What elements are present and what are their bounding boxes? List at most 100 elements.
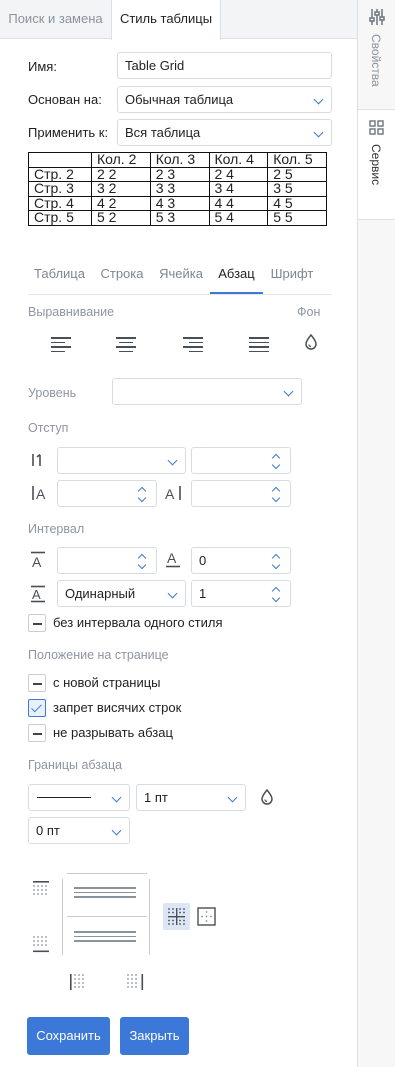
line-spacing-spinner[interactable]: 1 xyxy=(191,580,291,607)
spinner-arrows-icon[interactable] xyxy=(271,451,281,471)
based-on-value: Обычная таблица xyxy=(125,92,234,107)
spacing-after-spinner[interactable]: 0 xyxy=(191,547,291,574)
preview-left-line xyxy=(62,879,63,955)
svg-text:A: A xyxy=(32,554,42,568)
table-cell: Кол. 4 xyxy=(208,152,269,168)
svg-text:A: A xyxy=(32,587,41,602)
right-indent-spinner[interactable] xyxy=(191,480,291,507)
subtab-paragraph[interactable]: Абзац xyxy=(210,258,263,294)
border-left-icon[interactable] xyxy=(69,973,87,991)
name-label: Имя: xyxy=(28,59,57,74)
spacing-after-icon: A xyxy=(166,551,180,568)
border-color-icon[interactable] xyxy=(260,789,274,805)
apply-to-value: Вся таблица xyxy=(125,125,201,140)
border-preview-frame xyxy=(62,873,152,959)
tab-table-style[interactable]: Стиль таблицы xyxy=(111,0,221,40)
chevron-down-icon xyxy=(313,127,324,138)
widow-control-checkbox[interactable] xyxy=(28,699,46,717)
align-left-icon[interactable] xyxy=(51,337,71,355)
line-spacing-select[interactable]: Одинарный xyxy=(57,580,186,607)
table-cell: 3 4 xyxy=(208,181,269,197)
special-indent-select[interactable] xyxy=(57,447,186,474)
table-cell: Кол. 2 xyxy=(91,152,151,168)
table-cell: Стр. 3 xyxy=(28,181,92,197)
table-cell: Кол. 5 xyxy=(267,152,327,168)
border-top-icon[interactable] xyxy=(32,880,50,898)
table-cell: 5 3 xyxy=(149,210,210,226)
align-center-icon[interactable] xyxy=(116,337,136,355)
spinner-arrows-icon[interactable] xyxy=(271,584,281,604)
save-button[interactable]: Сохранить xyxy=(27,1017,110,1055)
svg-text:A: A xyxy=(165,486,175,501)
preview-middle-line xyxy=(67,916,147,917)
border-bottom-icon[interactable] xyxy=(32,935,50,953)
chevron-down-icon xyxy=(227,792,238,803)
spacing-before-spinner[interactable] xyxy=(57,547,157,574)
keep-lines-together-label: не разрывать абзац xyxy=(53,725,173,740)
align-right-icon[interactable] xyxy=(183,337,203,355)
subtab-table[interactable]: Таблица xyxy=(28,258,91,294)
fill-color-icon[interactable] xyxy=(304,334,318,350)
subtab-divider xyxy=(28,294,332,295)
border-width-select[interactable]: 1 пт xyxy=(136,784,246,811)
apply-to-label: Применить к: xyxy=(28,125,109,140)
table-cell: Кол. 3 xyxy=(149,152,210,168)
spinner-arrows-icon[interactable] xyxy=(271,551,281,571)
table-cell: 5 2 xyxy=(91,210,151,226)
line-spacing-value: 1 xyxy=(199,586,207,601)
tab-find-replace[interactable]: Поиск и замена xyxy=(0,0,111,38)
special-indent-spinner[interactable] xyxy=(191,447,291,474)
side-tab-service[interactable]: Сервис xyxy=(358,110,395,220)
table-cell: 5 4 xyxy=(208,210,269,226)
border-spacing-value: 0 пт xyxy=(36,823,60,838)
indent-label: Отступ xyxy=(28,421,69,435)
page-break-before-label: с новой страницы xyxy=(53,675,161,690)
svg-text:A: A xyxy=(36,486,46,501)
preview-paragraph-1 xyxy=(74,887,136,901)
chevron-down-icon xyxy=(111,825,122,836)
subtab-row[interactable]: Строка xyxy=(96,258,148,294)
spinner-arrows-icon[interactable] xyxy=(271,484,281,504)
preview-right-line xyxy=(149,879,150,955)
line-spacing-type: Одинарный xyxy=(65,586,136,601)
right-indent-icon: A xyxy=(165,486,181,501)
line-spacing-icon: A xyxy=(31,585,45,603)
based-on-select[interactable]: Обычная таблица xyxy=(117,86,332,113)
left-indent-spinner[interactable] xyxy=(57,480,157,507)
subtab-font[interactable]: Шрифт xyxy=(266,258,318,294)
table-row: Кол. 2 Кол. 3 Кол. 4 Кол. 5 xyxy=(28,152,327,168)
spinner-arrows-icon[interactable] xyxy=(137,484,147,504)
table-style-preview: Кол. 2 Кол. 3 Кол. 4 Кол. 5 Стр. 2 2 2 2… xyxy=(28,152,327,226)
side-tab-properties[interactable]: Свойства xyxy=(358,0,395,110)
apply-to-select[interactable]: Вся таблица xyxy=(117,119,332,146)
border-width-value: 1 пт xyxy=(144,790,168,805)
table-cell: 5 5 xyxy=(267,210,327,226)
alignment-label: Выравнивание xyxy=(28,305,115,319)
page-break-before-checkbox[interactable] xyxy=(28,674,46,692)
table-cell xyxy=(28,152,92,168)
name-input[interactable]: Table Grid xyxy=(117,52,332,79)
first-line-indent-icon xyxy=(32,453,41,466)
widow-control-label: запрет висячих строк xyxy=(53,700,182,715)
close-button[interactable]: Закрыть xyxy=(120,1017,189,1055)
border-right-icon[interactable] xyxy=(126,973,144,991)
level-select[interactable] xyxy=(112,378,302,405)
border-inner-icon xyxy=(168,908,185,925)
background-label: Фон xyxy=(297,305,321,319)
level-label: Уровень xyxy=(28,386,77,400)
subtab-cell[interactable]: Ячейка xyxy=(154,258,208,294)
align-justify-icon[interactable] xyxy=(249,337,269,355)
spacing-label: Интервал xyxy=(28,522,85,536)
chevron-down-icon xyxy=(283,386,294,397)
keep-lines-together-checkbox[interactable] xyxy=(28,724,46,742)
page-position-label: Положение на странице xyxy=(28,648,169,662)
no-spacing-same-style-checkbox[interactable] xyxy=(28,614,46,632)
based-on-label: Основан на: xyxy=(28,92,102,107)
table-cell: Стр. 5 xyxy=(28,210,92,226)
spinner-arrows-icon[interactable] xyxy=(137,551,147,571)
border-spacing-select[interactable]: 0 пт xyxy=(28,817,130,844)
border-inner-button[interactable] xyxy=(163,903,190,930)
border-outer-icon[interactable] xyxy=(197,907,216,926)
border-style-select[interactable] xyxy=(28,784,130,811)
borders-label: Границы абзаца xyxy=(28,758,123,772)
